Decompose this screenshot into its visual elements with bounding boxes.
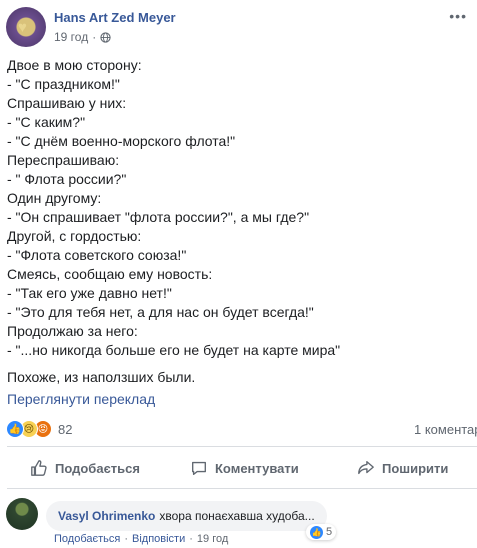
post-text-line: Один другому: bbox=[7, 190, 102, 206]
post-text-line: - "Он спрашивает "флота россии?", а мы г… bbox=[7, 209, 310, 225]
comment-like-link[interactable]: Подобається bbox=[54, 533, 120, 545]
reaction-summary[interactable]: 👍 😢 😡 82 bbox=[6, 420, 72, 438]
post-text-line: - "Это для тебя нет, а для нас он будет … bbox=[7, 304, 314, 320]
post-actions-bar: Подобається Коментувати Поширити bbox=[0, 452, 477, 484]
post-text-line: - "Флота советского союза!" bbox=[7, 247, 187, 263]
share-button[interactable]: Поширити bbox=[357, 452, 448, 484]
post-text-line: Переспрашиваю: bbox=[7, 152, 120, 168]
comment-separator: · bbox=[124, 533, 128, 545]
share-button-label: Поширити bbox=[382, 460, 449, 476]
heart-icon: ♥ bbox=[18, 19, 27, 36]
comment-actions: Подобається · Відповісти · 19 год bbox=[54, 533, 228, 545]
post-text: Двое в мою сторону: - "С праздником!" Сп… bbox=[7, 56, 467, 387]
comment-like-count[interactable]: 👍 5 bbox=[306, 524, 337, 540]
post-text-final-line: Похоже, из наползших были. bbox=[7, 369, 196, 385]
share-icon bbox=[358, 461, 374, 475]
post-text-line: Продолжаю за него: bbox=[7, 323, 138, 339]
comment-button[interactable]: Коментувати bbox=[190, 452, 299, 484]
post-text-line: Смеясь, сообщаю ему новость: bbox=[7, 266, 213, 282]
comment-text: хвора понаєхавша худоба... bbox=[159, 509, 315, 523]
author-avatar[interactable]: ♥ bbox=[6, 7, 46, 47]
comment-separator: · bbox=[189, 533, 193, 545]
post-meta: 19 год · bbox=[54, 30, 111, 44]
comment-bubble: Vasyl Ohrimenko хвора понаєхавша худоба.… bbox=[46, 501, 327, 531]
like-icon: 👍 bbox=[6, 420, 24, 438]
comment-time[interactable]: 19 год bbox=[197, 533, 228, 545]
globe-icon bbox=[100, 31, 111, 43]
commenter-avatar[interactable] bbox=[6, 498, 38, 530]
facebook-post: ♥ Hans Art Zed Meyer 19 год · ••• Двое в… bbox=[0, 0, 477, 548]
meta-separator: · bbox=[92, 30, 97, 44]
reaction-count: 82 bbox=[58, 421, 73, 437]
post-text-line: - "С праздником!" bbox=[7, 76, 120, 92]
post-timestamp[interactable]: 19 год bbox=[54, 30, 88, 44]
post-text-line: - "С днём военно-морского флота!" bbox=[7, 133, 236, 149]
comment-icon bbox=[192, 461, 206, 475]
post-text-line: Спрашиваю у них: bbox=[7, 95, 127, 111]
divider bbox=[7, 488, 477, 489]
post-text-line: - "Так его уже давно нет!" bbox=[7, 285, 172, 301]
thumbs-up-icon bbox=[31, 460, 47, 476]
post-text-line: - " Флота россии?" bbox=[7, 171, 127, 187]
comment-count[interactable]: 1 коментар bbox=[414, 422, 477, 437]
comment-button-label: Коментувати bbox=[215, 460, 299, 476]
like-button-label: Подобається bbox=[55, 460, 140, 476]
post-text-line: Двое в мою сторону: bbox=[7, 57, 142, 73]
author-name[interactable]: Hans Art Zed Meyer bbox=[54, 10, 176, 25]
post-text-line: - "С каким?" bbox=[7, 114, 86, 130]
see-translation-link[interactable]: Переглянути переклад bbox=[7, 391, 155, 407]
like-icon: 👍 bbox=[310, 525, 323, 539]
commenter-name[interactable]: Vasyl Ohrimenko bbox=[58, 509, 155, 523]
like-button[interactable]: Подобається bbox=[30, 452, 140, 484]
more-options-icon[interactable]: ••• bbox=[449, 8, 467, 24]
divider bbox=[7, 446, 477, 447]
post-text-line: - "...но никогда больше его не будет на … bbox=[7, 342, 341, 358]
post-text-line: Другой, с гордостью: bbox=[7, 228, 142, 244]
comment-likes-value: 5 bbox=[326, 526, 333, 538]
comment-reply-link[interactable]: Відповісти bbox=[132, 533, 185, 545]
